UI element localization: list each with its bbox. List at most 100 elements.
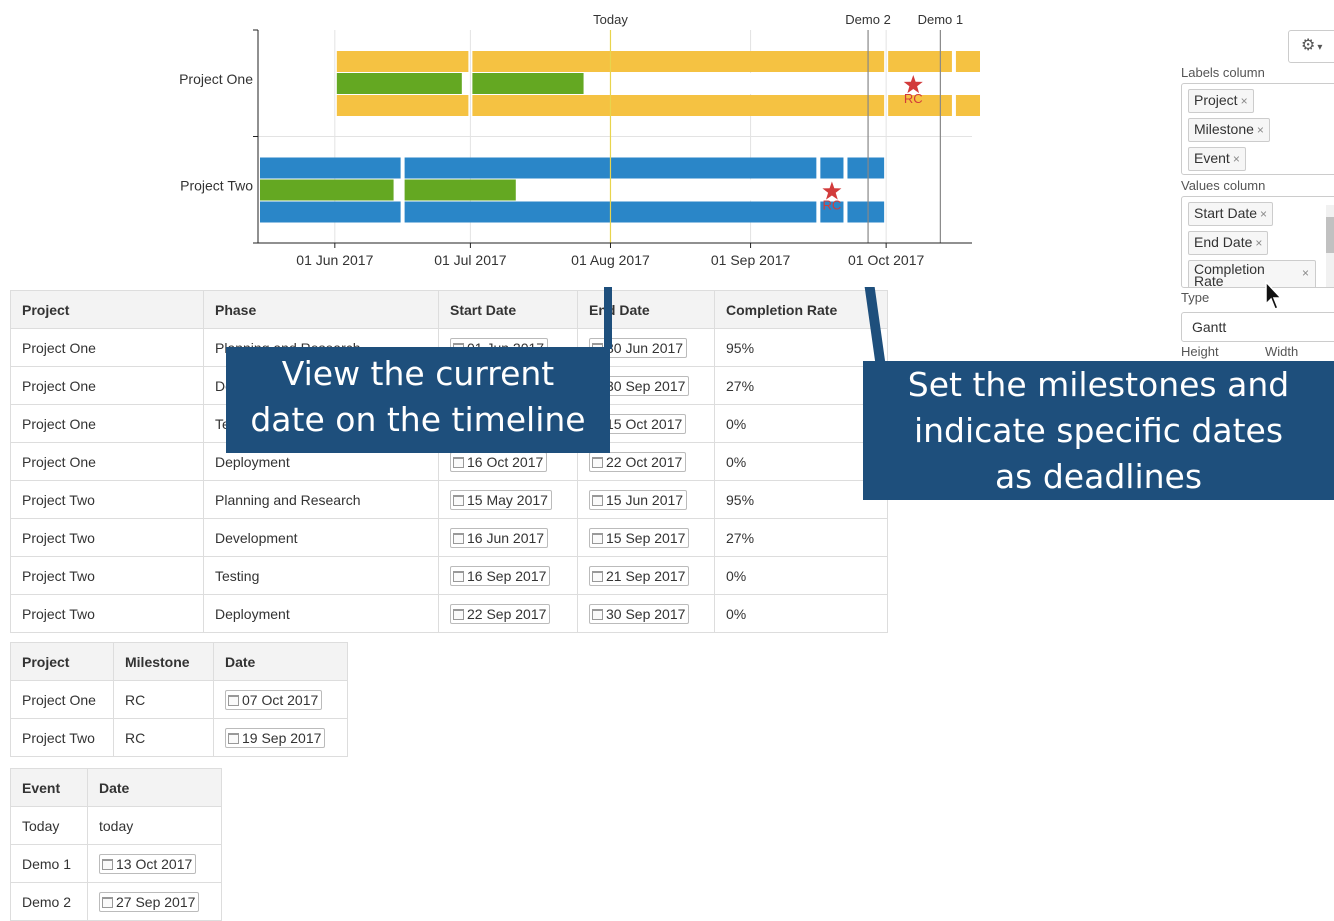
events-table: Event Date Today today Demo 1 13 Oct 2017 De… xyxy=(10,768,222,921)
date-value: 22 Oct 2017 xyxy=(606,453,683,470)
today-callout-line-2: date on the timeline xyxy=(250,400,586,439)
end-date-cell[interactable]: 30 Sep 2017 xyxy=(577,594,715,633)
date-input[interactable]: 16 Oct 2017 xyxy=(450,451,548,472)
remove-icon[interactable]: × xyxy=(1233,152,1240,166)
event-cell[interactable]: Today xyxy=(10,806,88,845)
project-cell[interactable]: Project One xyxy=(10,366,204,405)
event-label: Today xyxy=(593,12,628,27)
date-value: 13 Oct 2017 xyxy=(116,855,193,872)
event-label: Demo 2 xyxy=(845,12,891,27)
completion-rate-cell[interactable]: 0% xyxy=(714,594,888,633)
project-cell[interactable]: Project Two xyxy=(10,718,114,757)
event-cell[interactable]: Demo 1 xyxy=(10,844,88,883)
project-cell[interactable]: Project Two xyxy=(10,556,204,595)
completion-rate-cell[interactable]: 0% xyxy=(714,442,888,481)
date-value: 07 Oct 2017 xyxy=(242,691,319,708)
column-header-project[interactable]: Project xyxy=(10,642,114,681)
remove-icon[interactable]: × xyxy=(1260,207,1267,221)
gantt-bar-top xyxy=(336,51,469,72)
project-cell[interactable]: Project Two xyxy=(10,480,204,519)
column-header-event[interactable]: Event xyxy=(10,768,88,807)
project-cell[interactable]: Project One xyxy=(10,328,204,367)
calendar-icon xyxy=(453,570,464,582)
column-header-date[interactable]: Date xyxy=(213,642,348,681)
completion-rate-cell[interactable]: 0% xyxy=(714,556,888,595)
completion-rate-cell[interactable]: 0% xyxy=(714,404,888,443)
date-cell[interactable]: 13 Oct 2017 xyxy=(87,844,222,883)
tag-label: Project xyxy=(1194,92,1238,108)
column-header-milestone[interactable]: Milestone xyxy=(113,642,214,681)
completion-rate-cell[interactable]: 95% xyxy=(714,480,888,519)
date-cell[interactable]: today xyxy=(87,806,222,845)
completion-rate-cell[interactable]: 95% xyxy=(714,328,888,367)
date-input[interactable]: 27 Sep 2017 xyxy=(99,891,200,912)
end-date-cell[interactable]: 21 Sep 2017 xyxy=(577,556,715,595)
phase-cell[interactable]: Testing xyxy=(203,556,439,595)
date-value: 15 Sep 2017 xyxy=(606,529,686,546)
phase-cell[interactable]: Planning and Research xyxy=(203,480,439,519)
calendar-icon xyxy=(453,456,464,468)
remove-icon[interactable]: × xyxy=(1255,236,1262,250)
completion-rate-cell[interactable]: 27% xyxy=(714,518,888,557)
project-cell[interactable]: Project Two xyxy=(10,594,204,633)
phases-header-row: Project Phase Start Date End Date Comple… xyxy=(10,290,888,329)
date-value: 30 Jun 2017 xyxy=(606,339,684,356)
project-cell[interactable]: Project One xyxy=(10,404,204,443)
values-tag-start-date: Start Date × xyxy=(1188,202,1274,226)
start-date-cell[interactable]: 16 Jun 2017 xyxy=(438,518,578,557)
date-input[interactable]: 15 May 2017 xyxy=(450,489,552,510)
start-date-cell[interactable]: 16 Sep 2017 xyxy=(438,556,578,595)
date-input[interactable]: 15 Sep 2017 xyxy=(589,527,690,548)
scrollbar-thumb[interactable] xyxy=(1326,217,1334,253)
completion-rate-cell[interactable]: 27% xyxy=(714,366,888,405)
date-cell[interactable]: 07 Oct 2017 xyxy=(213,680,348,719)
date-input[interactable]: 13 Oct 2017 xyxy=(99,853,197,874)
gantt-completion-bar xyxy=(404,179,516,201)
labels-column-field[interactable]: Project × Milestone × Event × xyxy=(1181,83,1334,175)
date-input[interactable]: 30 Sep 2017 xyxy=(589,603,690,624)
project-cell[interactable]: Project One xyxy=(10,442,204,481)
date-input[interactable]: 16 Sep 2017 xyxy=(450,565,551,586)
labels-column-label: Labels column xyxy=(1181,65,1265,80)
gantt-bar-bottom xyxy=(336,95,469,116)
date-input[interactable]: 16 Jun 2017 xyxy=(450,527,549,548)
event-label: Demo 1 xyxy=(918,12,964,27)
date-input[interactable]: 22 Oct 2017 xyxy=(589,451,687,472)
chart-settings-panel: ⚙ ▾ Labels column Project × Milestone × Eve… xyxy=(1176,0,1334,395)
values-column-field[interactable]: Start Date × End Date × Completion Rate × xyxy=(1181,196,1334,288)
column-header-project[interactable]: Project xyxy=(10,290,204,329)
date-input[interactable]: 19 Sep 2017 xyxy=(225,727,326,748)
milestone-cell[interactable]: RC xyxy=(113,718,214,757)
phase-cell[interactable]: Deployment xyxy=(203,594,439,633)
chart-type-select[interactable]: Gantt ▾ xyxy=(1181,312,1334,342)
milestone-cell[interactable]: RC xyxy=(113,680,214,719)
phase-cell[interactable]: Development xyxy=(203,518,439,557)
date-value: 19 Sep 2017 xyxy=(242,729,322,746)
tag-label: End Date xyxy=(1194,234,1253,250)
date-cell[interactable]: 19 Sep 2017 xyxy=(213,718,348,757)
column-header-end-date[interactable]: End Date xyxy=(577,290,715,329)
values-column-scrollbar[interactable] xyxy=(1326,205,1334,287)
date-input[interactable]: 15 Jun 2017 xyxy=(589,489,688,510)
column-header-start-date[interactable]: Start Date xyxy=(438,290,578,329)
end-date-cell[interactable]: 15 Jun 2017 xyxy=(577,480,715,519)
project-cell[interactable]: Project Two xyxy=(10,518,204,557)
column-header-date[interactable]: Date xyxy=(87,768,222,807)
remove-icon[interactable]: × xyxy=(1257,123,1264,137)
remove-icon[interactable]: × xyxy=(1241,94,1248,108)
column-header-completion-rate[interactable]: Completion Rate xyxy=(714,290,888,329)
date-input[interactable]: 21 Sep 2017 xyxy=(589,565,690,586)
start-date-cell[interactable]: 15 May 2017 xyxy=(438,480,578,519)
column-header-phase[interactable]: Phase xyxy=(203,290,439,329)
remove-icon[interactable]: × xyxy=(1302,267,1309,279)
date-input[interactable]: 07 Oct 2017 xyxy=(225,689,323,710)
end-date-cell[interactable]: 15 Sep 2017 xyxy=(577,518,715,557)
date-value: 15 May 2017 xyxy=(467,491,548,508)
date-input[interactable]: 22 Sep 2017 xyxy=(450,603,551,624)
start-date-cell[interactable]: 22 Sep 2017 xyxy=(438,594,578,633)
gantt-bar-bottom xyxy=(955,95,980,116)
x-tick-label: 01 Jul 2017 xyxy=(434,252,507,268)
project-cell[interactable]: Project One xyxy=(10,680,114,719)
settings-button[interactable]: ⚙ ▾ xyxy=(1288,30,1334,63)
chart-type-value: Gantt xyxy=(1192,319,1227,335)
